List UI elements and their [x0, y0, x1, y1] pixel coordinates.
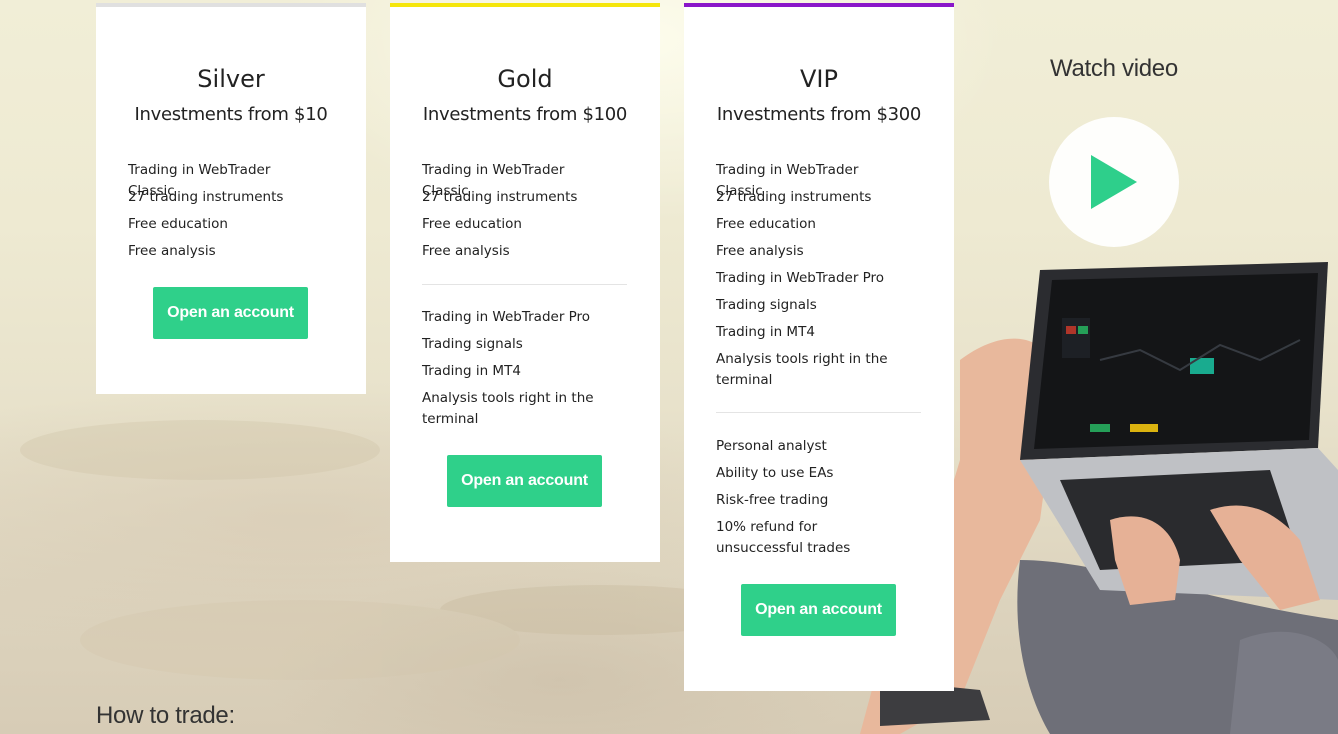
- plan-card-silver: Silver Investments from $10 Trading in W…: [96, 3, 366, 394]
- open-account-button[interactable]: Open an account: [447, 455, 602, 507]
- play-video-button[interactable]: [1049, 117, 1179, 247]
- open-account-button[interactable]: Open an account: [741, 584, 896, 636]
- feature-item: Free education: [422, 216, 522, 232]
- feature-divider: [716, 412, 921, 413]
- plan-card-gold: Gold Investments from $100 Trading in We…: [390, 3, 660, 562]
- feature-item: Free analysis: [422, 243, 510, 259]
- feature-divider: [422, 284, 627, 285]
- plan-accent-bar: [684, 3, 954, 7]
- feature-item: Risk-free trading: [716, 492, 829, 508]
- feature-item: Trading in MT4: [422, 363, 521, 379]
- feature-item: Trading in WebTrader Pro: [716, 270, 885, 286]
- feature-item: 27 trading instruments: [422, 189, 578, 205]
- feature-item: Trading in MT4: [716, 324, 815, 340]
- feature-item: Analysis tools right in the terminal: [422, 390, 594, 427]
- feature-item: Ability to use EAs: [716, 465, 834, 481]
- play-icon: [1091, 155, 1137, 209]
- plan-accent-bar: [390, 3, 660, 7]
- plan-investment: Investments from $300: [716, 104, 922, 125]
- plan-accent-bar: [96, 3, 366, 7]
- feature-item: Trading signals: [716, 297, 817, 313]
- plan-title: Silver: [197, 65, 265, 93]
- plan-investment: Investments from $10: [134, 104, 328, 125]
- plan-card-vip: VIP Investments from $300 Trading in Web…: [684, 3, 954, 691]
- how-to-trade-heading: How to trade:: [96, 702, 235, 729]
- plan-investment: Investments from $100: [422, 104, 628, 125]
- plan-title: Gold: [497, 65, 553, 93]
- open-account-button[interactable]: Open an account: [153, 287, 308, 339]
- feature-item: 27 trading instruments: [716, 189, 872, 205]
- feature-item: Trading signals: [422, 336, 523, 352]
- feature-item: Analysis tools right in the terminal: [716, 351, 888, 388]
- feature-item: Trading in WebTrader Pro: [422, 309, 591, 325]
- feature-item: 10% refund for unsuccessful trades: [716, 519, 851, 556]
- feature-item: Personal analyst: [716, 438, 827, 454]
- feature-item: 27 trading instruments: [128, 189, 284, 205]
- feature-item: Free education: [128, 216, 228, 232]
- watch-video-title: Watch video: [1050, 55, 1178, 82]
- feature-item: Free education: [716, 216, 816, 232]
- feature-item: Free analysis: [128, 243, 216, 259]
- feature-item: Free analysis: [716, 243, 804, 259]
- plan-title: VIP: [800, 65, 838, 93]
